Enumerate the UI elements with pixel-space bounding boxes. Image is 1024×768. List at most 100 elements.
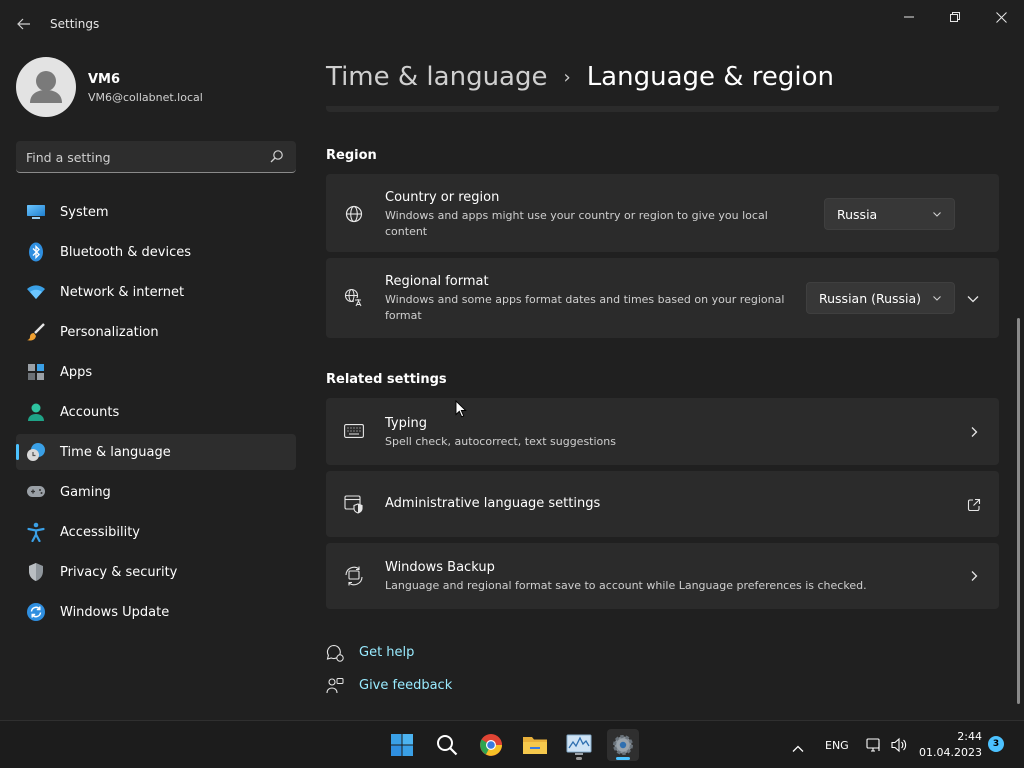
country-region-value: Russia — [837, 206, 878, 222]
sidebar-nav: System Bluetooth & devices Network & int… — [16, 194, 296, 634]
sidebar-item-label: Gaming — [60, 484, 111, 500]
give-feedback-link[interactable]: Give feedback — [359, 678, 452, 693]
search-box[interactable] — [16, 141, 296, 173]
sidebar-item-label: Accounts — [60, 404, 120, 420]
chevron-right-icon — [971, 427, 978, 437]
sidebar-item-label: System — [60, 204, 109, 220]
maximize-button[interactable] — [932, 2, 978, 32]
country-region-title: Country or region — [385, 190, 500, 205]
admin-window-icon — [344, 494, 364, 514]
volume-icon[interactable] — [890, 737, 908, 753]
open-external-icon — [967, 497, 981, 512]
chrome-button[interactable] — [475, 729, 507, 761]
minimize-button[interactable] — [886, 2, 932, 32]
clock-time[interactable]: 2:44 — [957, 730, 982, 743]
sidebar-item-label: Windows Update — [60, 604, 170, 620]
country-region-card: Country or region Windows and apps might… — [326, 174, 999, 252]
sidebar-item-apps[interactable]: Apps — [16, 354, 296, 390]
sidebar-item-bluetooth[interactable]: Bluetooth & devices — [16, 234, 296, 270]
wifi-icon — [26, 282, 46, 302]
notification-badge[interactable]: 3 — [988, 736, 1004, 752]
apps-icon — [26, 362, 46, 382]
shield-icon — [26, 562, 46, 582]
windows-backup-title: Windows Backup — [385, 560, 495, 575]
get-help-link[interactable]: Get help — [359, 645, 414, 660]
country-region-dropdown[interactable]: Russia — [824, 198, 955, 230]
accessibility-icon — [26, 522, 46, 542]
avatar[interactable] — [16, 57, 76, 117]
sidebar-item-label: Bluetooth & devices — [60, 244, 191, 260]
sidebar-item-time-language[interactable]: Time & language — [16, 434, 296, 470]
chevron-down-icon — [933, 296, 941, 301]
search-icon — [437, 735, 458, 756]
gamepad-icon — [26, 482, 46, 502]
scrollbar-thumb[interactable] — [1017, 318, 1020, 704]
show-hidden-icons-chevron-icon[interactable] — [792, 739, 804, 752]
chrome-icon — [480, 734, 502, 756]
related-settings-title: Related settings — [326, 372, 447, 387]
mouse-cursor-icon — [455, 400, 467, 418]
clock-date[interactable]: 01.04.2023 — [919, 746, 982, 759]
user-email: VM6@collabnet.local — [88, 91, 203, 104]
taskbar-search-button[interactable] — [431, 729, 463, 761]
sidebar-item-system[interactable]: System — [16, 194, 296, 230]
keyboard-icon — [344, 421, 364, 441]
regional-format-card[interactable]: Regional format Windows and some apps fo… — [326, 258, 999, 338]
backup-sync-icon — [344, 566, 364, 586]
system-icon — [26, 202, 46, 222]
app-title: Settings — [50, 17, 100, 31]
title-bar: Settings — [0, 0, 1024, 48]
maximize-icon — [950, 12, 960, 22]
sidebar-item-personalization[interactable]: Personalization — [16, 314, 296, 350]
sidebar-item-privacy[interactable]: Privacy & security — [16, 554, 296, 590]
language-indicator[interactable]: ENG — [825, 739, 849, 752]
sidebar-item-label: Personalization — [60, 324, 159, 340]
expand-chevron-icon[interactable] — [966, 291, 980, 305]
sidebar-item-gaming[interactable]: Gaming — [16, 474, 296, 510]
sidebar-item-accessibility[interactable]: Accessibility — [16, 514, 296, 550]
regional-format-dropdown[interactable]: Russian (Russia) — [806, 282, 955, 314]
sidebar-item-label: Time & language — [60, 444, 171, 460]
sidebar-item-windows-update[interactable]: Windows Update — [16, 594, 296, 630]
settings-taskbar-button[interactable] — [607, 729, 639, 761]
help-icon — [326, 644, 344, 662]
user-name: VM6 — [88, 72, 121, 87]
file-explorer-icon — [523, 737, 547, 754]
chevron-down-icon — [933, 212, 941, 217]
update-icon — [26, 602, 46, 622]
feedback-icon — [326, 677, 344, 695]
breadcrumb-separator: › — [563, 66, 571, 88]
typing-card[interactable]: Typing Spell check, autocorrect, text su… — [326, 398, 999, 465]
time-language-icon — [26, 442, 46, 462]
regional-format-value: Russian (Russia) — [819, 290, 922, 306]
network-status-icon[interactable] — [866, 737, 882, 753]
settings-gear-icon — [613, 735, 633, 755]
search-icon[interactable] — [270, 149, 284, 163]
globe-icon — [344, 204, 364, 224]
resource-monitor-button[interactable] — [563, 729, 595, 761]
back-button[interactable] — [10, 10, 38, 38]
active-indicator — [616, 757, 630, 760]
admin-language-title: Administrative language settings — [385, 496, 601, 511]
start-button[interactable] — [386, 729, 418, 761]
sidebar-item-label: Apps — [60, 364, 93, 380]
sidebar-item-label: Accessibility — [60, 524, 140, 540]
admin-language-card[interactable]: Administrative language settings — [326, 471, 999, 537]
breadcrumb-parent[interactable]: Time & language — [326, 62, 547, 92]
brush-icon — [26, 322, 46, 342]
file-explorer-button[interactable] — [519, 729, 551, 761]
sidebar-item-accounts[interactable]: Accounts — [16, 394, 296, 430]
sidebar-item-network[interactable]: Network & internet — [16, 274, 296, 310]
regional-format-title: Regional format — [385, 274, 489, 289]
minimize-icon — [904, 16, 914, 18]
bluetooth-icon — [26, 242, 46, 262]
regional-format-description: Windows and some apps format dates and t… — [385, 293, 785, 306]
windows-backup-card[interactable]: Windows Backup Language and regional for… — [326, 543, 999, 609]
regional-format-icon — [344, 288, 364, 308]
close-button[interactable] — [978, 2, 1024, 32]
sidebar-item-label: Network & internet — [60, 284, 185, 300]
windows-backup-description: Language and regional format save to acc… — [385, 579, 867, 592]
typing-title: Typing — [385, 416, 427, 431]
search-input[interactable] — [26, 147, 266, 167]
region-section-title: Region — [326, 148, 377, 163]
